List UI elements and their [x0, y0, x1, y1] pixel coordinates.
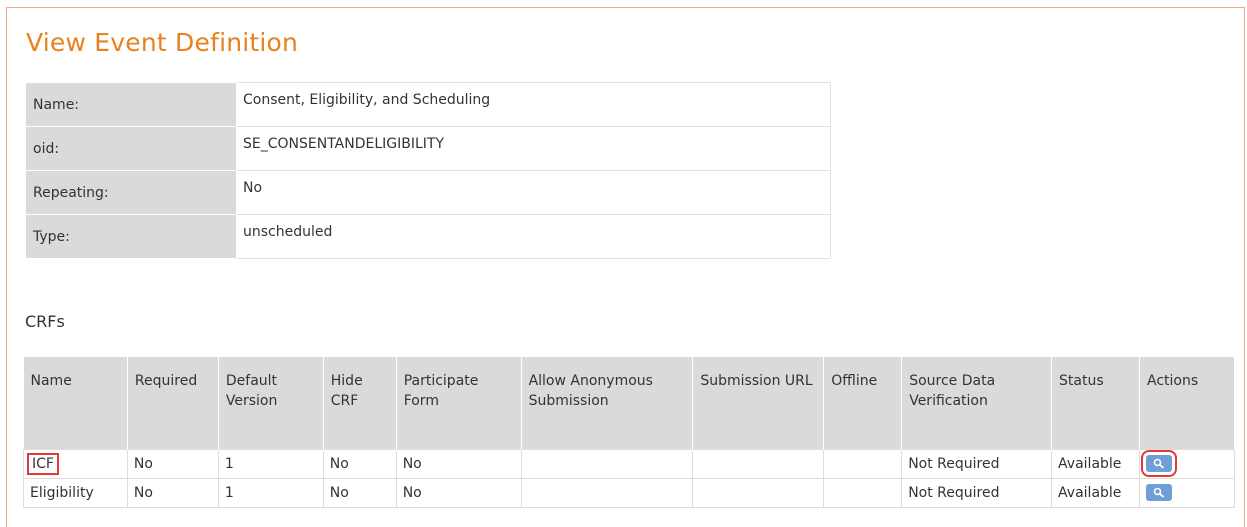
crf-sdv: Not Required — [901, 477, 1053, 508]
crf-name: ICF — [27, 452, 59, 475]
crf-required: No — [126, 477, 219, 508]
definition-value: No — [236, 170, 831, 215]
crf-name: Eligibility — [30, 484, 94, 501]
crf-status: Available — [1051, 477, 1141, 508]
definition-row: oid: SE_CONSENTANDELIGIBILITY — [25, 126, 831, 171]
definition-value: SE_CONSENTANDELIGIBILITY — [236, 126, 831, 171]
magnifier-icon — [1153, 487, 1165, 498]
definition-label: Type: — [25, 214, 237, 259]
crfs-header-row: Name Required Default Version Hide CRF P… — [23, 357, 1235, 449]
view-crf-button[interactable] — [1146, 484, 1173, 501]
crf-hide: No — [322, 477, 397, 508]
definition-row: Repeating: No — [25, 170, 831, 215]
page-title: View Event Definition — [26, 28, 299, 57]
crf-participate-form: No — [395, 477, 522, 508]
definition-row: Type: unscheduled — [25, 214, 831, 259]
crf-default-version: 1 — [217, 448, 324, 479]
crf-status: Available — [1051, 448, 1141, 479]
crf-required: No — [126, 448, 219, 479]
definition-label: oid: — [25, 126, 237, 171]
view-crf-button[interactable] — [1141, 450, 1178, 477]
crf-sdv: Not Required — [901, 448, 1053, 479]
crf-actions-cell — [1139, 477, 1235, 508]
crf-name-cell: Eligibility — [23, 477, 128, 508]
definition-label: Name: — [25, 82, 237, 127]
crf-submission-url — [692, 448, 825, 479]
crf-allow-anonymous — [520, 448, 694, 479]
crfs-table: Name Required Default Version Hide CRF P… — [23, 357, 1235, 508]
crf-name-cell: ICF — [23, 448, 128, 479]
column-header-hide-crf: Hide CRF — [323, 357, 397, 449]
crf-default-version: 1 — [217, 477, 324, 508]
crf-participate-form: No — [395, 448, 522, 479]
column-header-allow-anonymous: Allow Anonymous Submission — [521, 357, 694, 449]
column-header-name: Name — [23, 357, 128, 449]
column-header-default-version: Default Version — [218, 357, 324, 449]
column-header-actions: Actions — [1139, 357, 1235, 449]
definition-value: unscheduled — [236, 214, 831, 259]
column-header-submission-url: Submission URL — [692, 357, 825, 449]
definition-label: Repeating: — [25, 170, 237, 215]
crf-offline — [823, 477, 903, 508]
crf-hide: No — [322, 448, 397, 479]
crfs-section-title: CRFs — [25, 312, 65, 331]
table-row: Eligibility No 1 No No Not Required Avai… — [23, 477, 1235, 508]
column-header-offline: Offline — [823, 357, 903, 449]
table-row: ICF No 1 No No Not Required Available — [23, 448, 1235, 479]
column-header-participate-form: Participate Form — [396, 357, 522, 449]
column-header-sdv: Source Data Verification — [901, 357, 1053, 449]
crf-offline — [823, 448, 903, 479]
crf-submission-url — [692, 477, 825, 508]
definition-value: Consent, Eligibility, and Scheduling — [236, 82, 831, 127]
crf-allow-anonymous — [520, 477, 694, 508]
column-header-required: Required — [127, 357, 219, 449]
column-header-status: Status — [1051, 357, 1141, 449]
crf-actions-cell — [1139, 448, 1235, 479]
event-definition-table: Name: Consent, Eligibility, and Scheduli… — [25, 82, 831, 259]
magnifier-icon — [1153, 458, 1165, 469]
definition-row: Name: Consent, Eligibility, and Scheduli… — [25, 82, 831, 127]
